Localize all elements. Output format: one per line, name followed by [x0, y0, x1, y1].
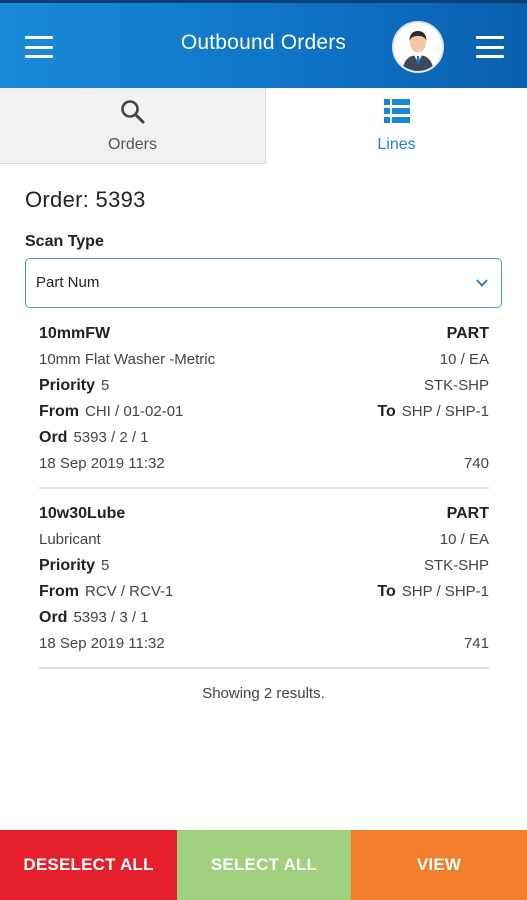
- app-header: Outbound Orders: [0, 0, 527, 88]
- tab-lines-label: Lines: [377, 136, 416, 153]
- line-from: RCV / RCV-1: [85, 583, 174, 600]
- line-number: 740: [463, 455, 489, 472]
- line-to-label: To: [377, 403, 396, 420]
- line-part-number: 10w30Lube: [39, 505, 126, 522]
- scan-type-select[interactable]: Part Num: [25, 258, 502, 308]
- line-qty-uom: 10 / EA: [439, 531, 489, 548]
- line-date: 18 Sep 2019 11:32: [39, 635, 165, 652]
- tab-bar: Orders Lines: [0, 88, 527, 164]
- right-menu-hamburger-icon[interactable]: [476, 36, 504, 58]
- card-divider: [39, 487, 489, 489]
- chevron-down-icon: [475, 276, 489, 295]
- tab-orders[interactable]: Orders: [0, 88, 266, 164]
- line-from: CHI / 01-02-01: [85, 403, 184, 420]
- search-icon: [119, 98, 147, 131]
- line-type: PART: [446, 505, 489, 522]
- line-part-number: 10mmFW: [39, 325, 111, 342]
- page-title: Outbound Orders: [180, 31, 347, 54]
- line-ord: 5393 / 3 / 1: [73, 609, 149, 626]
- line-number: 741: [463, 635, 489, 652]
- view-button[interactable]: VIEW: [351, 830, 527, 900]
- line-from-label: From: [39, 583, 79, 600]
- line-to: SHP / SHP-1: [401, 583, 489, 600]
- line-route: STK-SHP: [423, 557, 489, 574]
- line-to-label: To: [377, 583, 396, 600]
- tab-orders-label: Orders: [108, 136, 157, 153]
- order-line-card[interactable]: 10mmFW PART 10mm Flat Washer -Metric 10 …: [39, 325, 489, 493]
- line-to: SHP / SHP-1: [401, 403, 489, 420]
- scan-type-selected-value: Part Num: [36, 274, 100, 291]
- line-route: STK-SHP: [423, 377, 489, 394]
- line-priority-label: Priority: [39, 377, 96, 394]
- line-description: Lubricant: [39, 531, 101, 548]
- line-priority-label: Priority: [39, 557, 96, 574]
- line-ord-label: Ord: [39, 609, 68, 626]
- card-divider: [39, 667, 489, 669]
- tab-lines[interactable]: Lines: [266, 88, 527, 164]
- line-from-label: From: [39, 403, 79, 420]
- results-count-text: Showing 2 results.: [202, 685, 325, 702]
- scan-type-label: Scan Type: [25, 233, 104, 250]
- user-avatar-icon[interactable]: [392, 21, 444, 73]
- bottom-action-bar: DESELECT ALL SELECT ALL VIEW: [0, 830, 527, 900]
- line-ord-label: Ord: [39, 429, 68, 446]
- line-ord: 5393 / 2 / 1: [73, 429, 149, 446]
- order-line-card[interactable]: 10w30Lube PART Lubricant 10 / EA Priorit…: [39, 505, 489, 673]
- line-priority: 5: [101, 557, 110, 574]
- line-qty-uom: 10 / EA: [439, 351, 489, 368]
- line-date: 18 Sep 2019 11:32: [39, 455, 165, 472]
- list-icon: [383, 98, 411, 129]
- line-description: 10mm Flat Washer -Metric: [39, 351, 216, 368]
- order-title: Order: 5393: [25, 187, 146, 212]
- deselect-all-button[interactable]: DESELECT ALL: [0, 830, 177, 900]
- line-type: PART: [446, 325, 489, 342]
- line-priority: 5: [101, 377, 110, 394]
- select-all-button[interactable]: SELECT ALL: [177, 830, 351, 900]
